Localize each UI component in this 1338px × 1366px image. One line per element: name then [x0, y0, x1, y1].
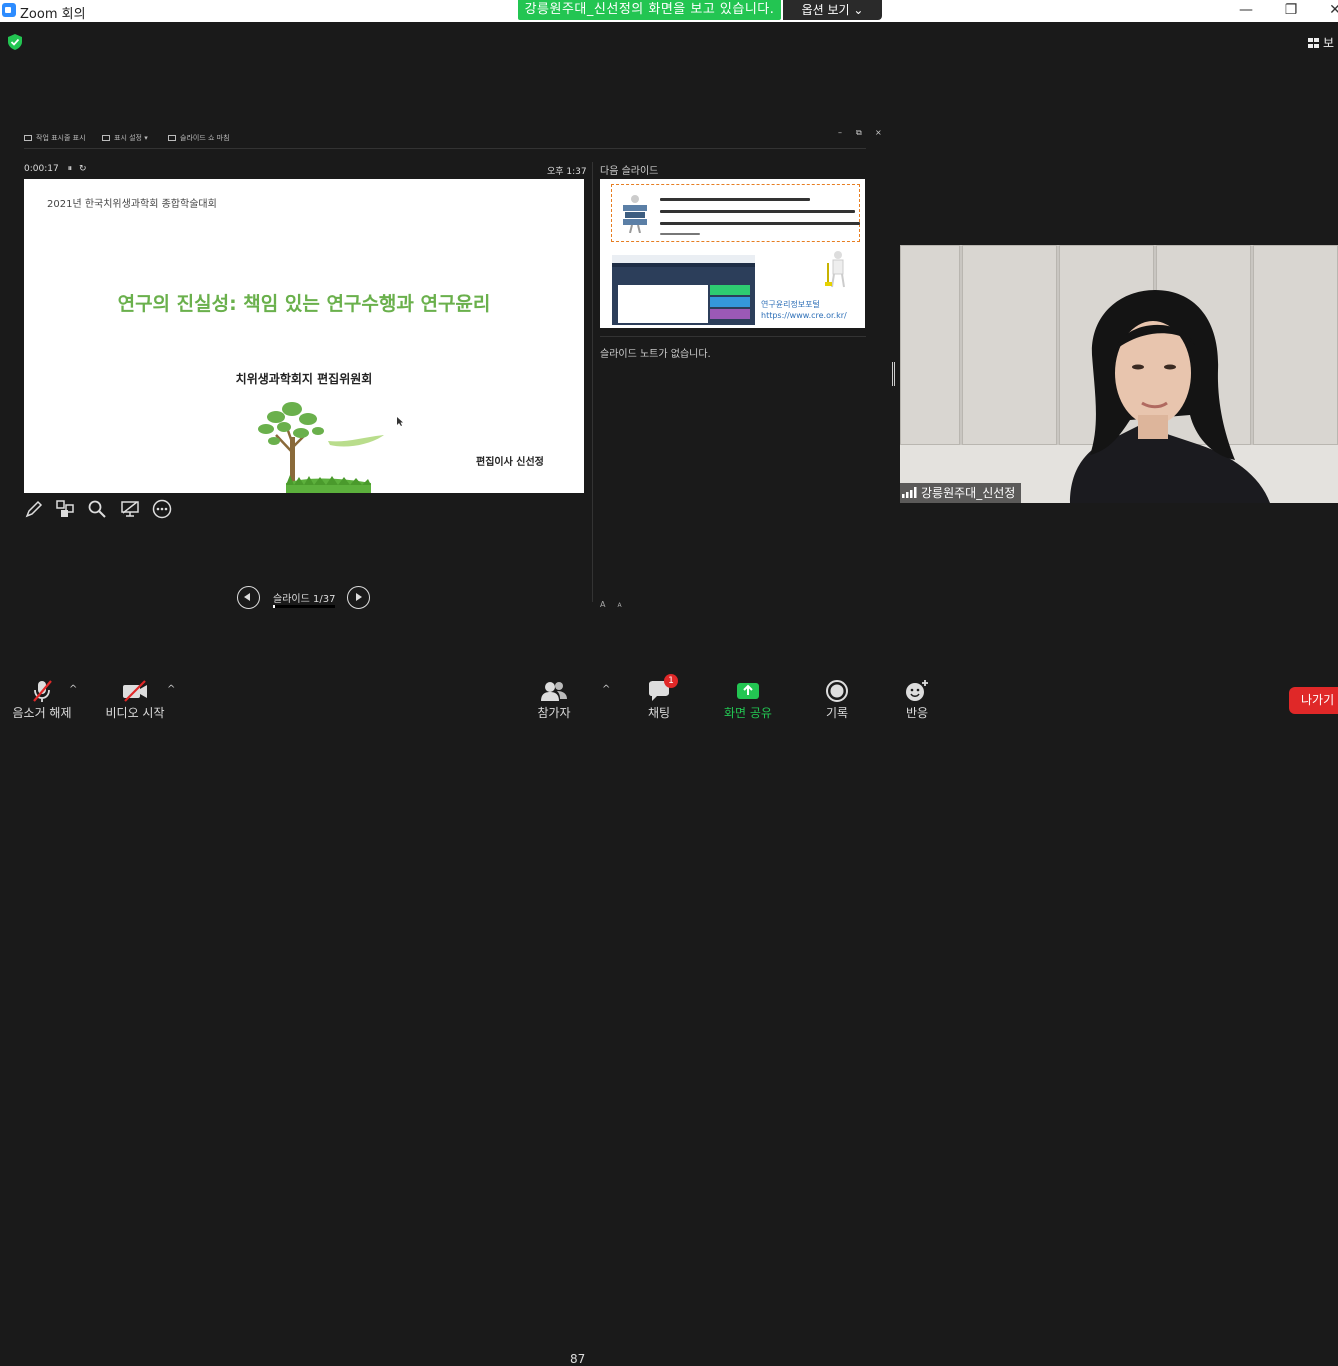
restore-button[interactable]: ❐ [1268, 0, 1314, 22]
clock: 오후 1:37 [547, 167, 587, 177]
portal-screenshot [612, 255, 755, 325]
close-button[interactable]: ✕ [1312, 0, 1338, 22]
chat-button[interactable]: 1 채팅 [643, 674, 678, 721]
restart-icon[interactable]: ↻ [79, 164, 87, 174]
more-options-icon[interactable] [152, 499, 172, 519]
window-title: Zoom 회의 [20, 7, 86, 22]
participants-icon [541, 682, 567, 701]
presenter-restore-button[interactable]: ⧉ [856, 128, 862, 138]
next-slide-label: 다음 슬라이드 [600, 166, 659, 177]
slide-title: 연구의 진실성: 책임 있는 연구수행과 연구윤리 [117, 293, 491, 315]
microphone-muted-icon [33, 680, 52, 702]
participant-name: 강릉원주대_신선정 [921, 486, 1016, 500]
screen-share-banner: 강릉원주대_신선정의 화면을 보고 있습니다. [518, 0, 781, 20]
reaction-smiley-icon [906, 680, 928, 701]
start-video-button[interactable]: 비디오 시작 [103, 678, 167, 721]
tree-illustration [258, 402, 384, 493]
reactions-label: 반응 [905, 706, 929, 720]
view-options-label: 옵션 보기 [801, 3, 850, 17]
black-screen-icon[interactable] [120, 499, 140, 519]
presenter-minimize-button[interactable]: – [838, 128, 842, 137]
signal-strength-icon [902, 487, 917, 498]
slideshow-timer: 0:00:17 ⏸ ↻ [24, 164, 87, 174]
next-slide-textbox [611, 184, 860, 242]
presenter-toolbar-divider [24, 148, 866, 149]
presenter-toolbar: 작업 표시줄 표시 표시 설정 ▾ 슬라이드 쇼 마침 [24, 130, 866, 146]
timer-value: 0:00:17 [24, 164, 59, 174]
chat-label: 채팅 [647, 706, 671, 720]
slideshow-icon [168, 135, 176, 141]
slide-committee: 치위생과학회지 편집위원회 [235, 372, 373, 386]
presenter-close-button[interactable]: × [875, 128, 882, 137]
participants-label: 참가자 [537, 706, 571, 720]
unmute-button[interactable]: 음소거 해제 [10, 678, 74, 721]
show-taskbar-label: 작업 표시줄 표시 [36, 134, 86, 142]
participant-name-tag: 강릉원주대_신선정 [900, 483, 1022, 503]
record-icon [826, 680, 848, 702]
unmute-label: 음소거 해제 [12, 706, 72, 720]
video-camera-off-icon [123, 680, 147, 702]
chat-unread-badge: 1 [664, 674, 678, 688]
mouse-cursor-icon [397, 417, 403, 426]
next-slide-button[interactable] [347, 586, 370, 609]
next-slide-preview[interactable]: 연구윤리정보포털 https://www.cre.or.kr/ [600, 179, 865, 328]
participant-count: 87 [570, 1352, 586, 1366]
pen-icon[interactable] [24, 499, 44, 519]
show-taskbar-button[interactable]: 작업 표시줄 표시 [24, 133, 86, 143]
share-screen-icon [737, 683, 759, 699]
person-cleaning-icon [825, 251, 845, 288]
end-slideshow-label: 슬라이드 쇼 마침 [180, 134, 230, 142]
zoom-magnifier-icon[interactable] [87, 499, 107, 519]
slides-grid-icon[interactable] [55, 499, 75, 519]
display-settings-button[interactable]: 표시 설정 ▾ [102, 133, 148, 143]
zoom-app-icon [2, 3, 16, 17]
notes-divider [600, 336, 866, 337]
share-screen-button[interactable]: 화면 공유 [720, 678, 776, 721]
record-label: 기록 [825, 706, 849, 720]
panel-resize-handle[interactable] [892, 362, 895, 386]
share-screen-label: 화면 공유 [724, 706, 772, 720]
slide-author: 편집이사 신선정 [476, 457, 544, 468]
pause-icon[interactable]: ⏸ [68, 164, 73, 174]
slide-progress-fill [273, 605, 275, 608]
display-settings-label: 표시 설정 ▾ [114, 134, 148, 142]
portal-name: 연구윤리정보포털 [761, 300, 820, 309]
portal-url: https://www.cre.or.kr/ [761, 311, 847, 320]
video-options-caret[interactable]: ^ [167, 684, 175, 695]
font-increase-button[interactable]: A [600, 600, 605, 609]
minimize-button[interactable]: — [1223, 0, 1269, 22]
reactions-button[interactable]: 반응 [902, 678, 932, 721]
person-books-icon [623, 195, 647, 233]
taskbar-icon [24, 135, 32, 141]
font-decrease-button[interactable]: A [617, 602, 621, 609]
slide-progress-bar [273, 605, 335, 608]
previous-slide-button[interactable] [237, 586, 260, 609]
person-silhouette [1070, 290, 1270, 503]
slide-counter[interactable]: 슬라이드 1/37 [273, 590, 335, 605]
participant-video[interactable]: 강릉원주대_신선정 [900, 245, 1338, 503]
presenter-split-divider[interactable] [592, 162, 593, 602]
leave-meeting-button[interactable]: 나가기 [1289, 687, 1338, 714]
slide-conference-name: 2021년 한국치위생과학회 종합학술대회 [47, 199, 217, 210]
view-options-button[interactable]: 옵션 보기 ⌄ [783, 0, 882, 20]
display-icon [102, 135, 110, 141]
font-size-controls: AA [600, 600, 622, 609]
audio-options-caret[interactable]: ^ [69, 684, 77, 695]
record-button[interactable]: 기록 [822, 678, 852, 721]
current-slide: 2021년 한국치위생과학회 종합학술대회 연구의 진실성: 책임 있는 연구수… [24, 179, 584, 493]
end-slideshow-button[interactable]: 슬라이드 쇼 마침 [168, 133, 230, 143]
gallery-grid-icon [1308, 38, 1319, 48]
chevron-down-icon: ⌄ [853, 3, 864, 17]
slide-notes: 슬라이드 노트가 없습니다. [600, 349, 711, 360]
security-shield-icon[interactable] [8, 34, 22, 50]
meeting-toolbar: 음소거 해제 ^ 비디오 시작 ^ 참가자 87 ^ 1 채팅 화면 공유 기록 [0, 670, 1338, 1366]
view-layout-label: 보 [1323, 36, 1335, 50]
start-video-label: 비디오 시작 [105, 706, 165, 720]
view-layout-button[interactable]: 보 [1308, 34, 1334, 51]
slide-navigation: 슬라이드 1/37 [237, 586, 373, 610]
participants-button[interactable]: 참가자 [534, 678, 574, 721]
participants-options-caret[interactable]: ^ [602, 684, 610, 695]
